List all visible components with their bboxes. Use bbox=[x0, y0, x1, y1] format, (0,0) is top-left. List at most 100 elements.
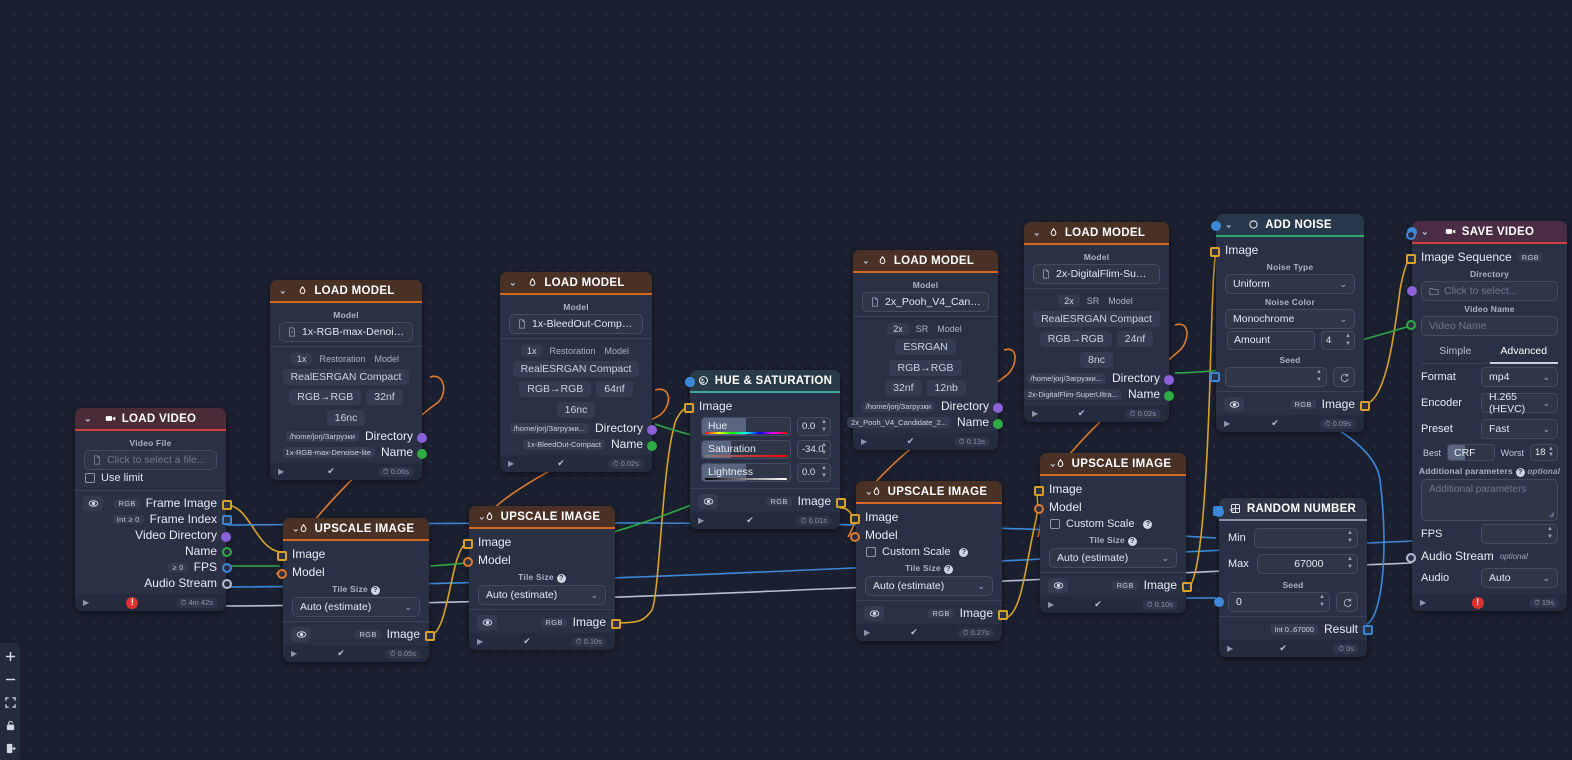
run-icon[interactable]: ▶ bbox=[1224, 419, 1230, 428]
handle-name[interactable] bbox=[1164, 391, 1174, 401]
node-header[interactable]: ⌄ LOAD MODEL bbox=[270, 280, 422, 301]
run-icon[interactable]: ▶ bbox=[278, 467, 284, 476]
handle-directory[interactable] bbox=[417, 433, 427, 443]
directory-input[interactable]: Click to select... bbox=[1421, 281, 1558, 301]
handle-image-sequence[interactable] bbox=[1406, 254, 1416, 264]
handle-name[interactable] bbox=[417, 449, 427, 459]
additional-params-textarea[interactable]: Additional parameters ◢ bbox=[1421, 479, 1558, 521]
seed-input[interactable]: 0 ▲ ▼ bbox=[1228, 592, 1330, 612]
run-icon[interactable]: ▶ bbox=[698, 516, 704, 525]
tile-size-select[interactable]: Auto (estimate) ⌄ bbox=[292, 597, 420, 617]
handle-frame-image[interactable] bbox=[222, 500, 232, 510]
use-limit-row[interactable]: Use limit bbox=[75, 470, 226, 486]
node-header[interactable]: ⌄ HUE & SATURATION bbox=[690, 370, 840, 391]
preview-toggle-icon[interactable] bbox=[864, 605, 884, 621]
seed-input[interactable]: ▲ ▼ bbox=[1225, 367, 1327, 387]
custom-scale-checkbox[interactable] bbox=[1050, 519, 1060, 529]
node-add-noise[interactable]: ⌄ ADD NOISE Image Noise Type Uniform ⌄ N… bbox=[1210, 214, 1370, 432]
run-icon[interactable]: ▶ bbox=[291, 649, 297, 658]
help-icon[interactable]: ? bbox=[556, 574, 566, 583]
handle-max[interactable] bbox=[1214, 507, 1224, 517]
stepper-arrows[interactable]: ▲ ▼ bbox=[1347, 556, 1353, 572]
handle-image-in[interactable] bbox=[1034, 486, 1044, 496]
handle-image-in[interactable] bbox=[463, 539, 473, 549]
node-load-model-1[interactable]: ⌄ LOAD MODEL Model 1x-RGB-max-Denoise-li… bbox=[270, 280, 427, 480]
preview-toggle-icon[interactable] bbox=[291, 626, 311, 642]
node-header[interactable]: ⌄ LOAD MODEL bbox=[1024, 222, 1169, 243]
video-file-input[interactable]: Click to select a file... bbox=[84, 450, 217, 470]
encoder-row[interactable]: Encoder H.265 (HEVC) ⌄ bbox=[1412, 390, 1567, 416]
chevron-down-icon[interactable]: ⌄ bbox=[1421, 226, 1429, 237]
chevron-down-icon[interactable]: ⌄ bbox=[478, 511, 486, 522]
fit-view-icon[interactable] bbox=[3, 695, 17, 709]
handle-lightness[interactable] bbox=[685, 377, 695, 387]
tile-size-select[interactable]: Auto (estimate) ⌄ bbox=[865, 576, 993, 596]
node-random-number[interactable]: ⌄ RANDOM NUMBER Min ▲ ▼ Max 67000 ▲ ▼ Se… bbox=[1213, 498, 1373, 657]
slider-row-saturation[interactable]: Saturation -34.0 ▲ ▼ bbox=[685, 377, 840, 461]
handle-seed[interactable] bbox=[1210, 372, 1220, 382]
handle-image-out[interactable] bbox=[425, 631, 435, 641]
reroll-seed-icon[interactable] bbox=[1336, 592, 1358, 612]
help-icon[interactable]: ? bbox=[1143, 519, 1153, 529]
handle-result[interactable] bbox=[1363, 625, 1373, 635]
mode-tabs[interactable]: Simple Advanced bbox=[1421, 342, 1558, 364]
error-badge[interactable]: ! bbox=[1471, 596, 1484, 609]
encoder-select[interactable]: H.265 (HEVC) ⌄ bbox=[1481, 391, 1558, 415]
custom-scale-row[interactable]: Custom Scale ? bbox=[1040, 516, 1186, 532]
preset-row[interactable]: Preset Fast ⌄ bbox=[1412, 416, 1567, 442]
help-icon[interactable]: ? bbox=[943, 565, 953, 574]
use-limit-checkbox[interactable] bbox=[85, 473, 95, 483]
node-hue-saturation[interactable]: ⌄ HUE & SATURATION Image Hue 0.0 ▲ ▼ Sat… bbox=[684, 370, 846, 529]
node-load-model-2[interactable]: ⌄ LOAD MODEL Model 1x-BleedOut-Compact.p… bbox=[500, 272, 657, 472]
lightness-value-input[interactable]: 0.0 ▲ ▼ bbox=[797, 463, 831, 482]
handle-fps[interactable] bbox=[222, 563, 232, 573]
run-icon[interactable]: ▶ bbox=[508, 459, 514, 468]
node-header[interactable]: ⌄ SAVE VIDEO bbox=[1412, 221, 1567, 242]
resize-grip-icon[interactable]: ◢ bbox=[1549, 510, 1554, 518]
node-header[interactable]: ⌄ UPSCALE IMAGE bbox=[283, 518, 429, 539]
chevron-down-icon[interactable]: ⌄ bbox=[509, 277, 517, 288]
node-header[interactable]: ⌄ UPSCALE IMAGE bbox=[856, 481, 1002, 502]
slider-row-lightness[interactable]: Lightness 0.0 ▲ ▼ bbox=[685, 377, 840, 484]
video-name-input[interactable]: Video Name bbox=[1421, 316, 1558, 336]
fps-input[interactable]: ▲ ▼ bbox=[1481, 524, 1558, 544]
stepper-arrows[interactable]: ▲ ▼ bbox=[821, 419, 827, 434]
handle-name[interactable] bbox=[222, 547, 232, 557]
saturation-slider[interactable]: Saturation bbox=[701, 440, 791, 459]
chevron-down-icon[interactable]: ⌄ bbox=[84, 413, 92, 424]
max-row[interactable]: Max 67000 ▲ ▼ bbox=[1214, 507, 1367, 577]
fps-row[interactable]: FPS ▲ ▼ bbox=[1406, 230, 1567, 547]
view-toolbar[interactable] bbox=[0, 643, 20, 760]
node-header[interactable]: ⌄ LOAD MODEL bbox=[853, 250, 998, 271]
handle-image-out[interactable] bbox=[998, 610, 1008, 620]
preview-toggle-icon[interactable] bbox=[83, 495, 103, 511]
chevron-down-icon[interactable]: ⌄ bbox=[1228, 503, 1236, 514]
noise-color-select[interactable]: Monochrome ⌄ bbox=[1225, 309, 1355, 329]
error-badge[interactable]: ! bbox=[126, 596, 139, 609]
zoom-in-icon[interactable] bbox=[3, 649, 17, 663]
handle-amount[interactable] bbox=[1211, 221, 1221, 231]
reroll-seed-icon[interactable] bbox=[1333, 367, 1355, 387]
run-icon[interactable]: ▶ bbox=[864, 628, 870, 637]
chevron-down-icon[interactable]: ⌄ bbox=[1033, 227, 1041, 238]
run-icon[interactable]: ▶ bbox=[477, 637, 483, 646]
handle-model-in[interactable] bbox=[1034, 504, 1044, 514]
handle-seed[interactable] bbox=[1214, 597, 1224, 607]
handle-model-in[interactable] bbox=[463, 557, 473, 567]
help-icon[interactable]: ? bbox=[1127, 537, 1137, 546]
stepper-arrows[interactable]: ▲ ▼ bbox=[821, 442, 827, 457]
stepper-arrows[interactable]: ▲ ▼ bbox=[1345, 333, 1351, 348]
zoom-out-icon[interactable] bbox=[3, 672, 17, 686]
handle-image-in[interactable] bbox=[850, 514, 860, 524]
handle-directory[interactable] bbox=[647, 425, 657, 435]
saturation-value-input[interactable]: -34.0 ▲ ▼ bbox=[797, 440, 831, 459]
stepper-arrows[interactable]: ▲ ▼ bbox=[1547, 526, 1553, 542]
node-load-model-3[interactable]: ⌄ LOAD MODEL Model 2x_Pooh_V4_Candidate_… bbox=[847, 250, 1003, 450]
slider-row-hue[interactable]: Hue 0.0 ▲ ▼ bbox=[685, 377, 840, 438]
node-save-video[interactable]: ⌄ SAVE VIDEO Image Sequence RGB Director… bbox=[1406, 221, 1567, 611]
handle-directory[interactable] bbox=[1164, 375, 1174, 385]
amount-row[interactable]: Amount 4 ▲ ▼ bbox=[1211, 221, 1364, 352]
node-header[interactable]: ⌄ RANDOM NUMBER bbox=[1219, 498, 1367, 519]
handle-image-in[interactable] bbox=[277, 551, 287, 561]
handle-audio-stream[interactable] bbox=[1406, 553, 1416, 563]
